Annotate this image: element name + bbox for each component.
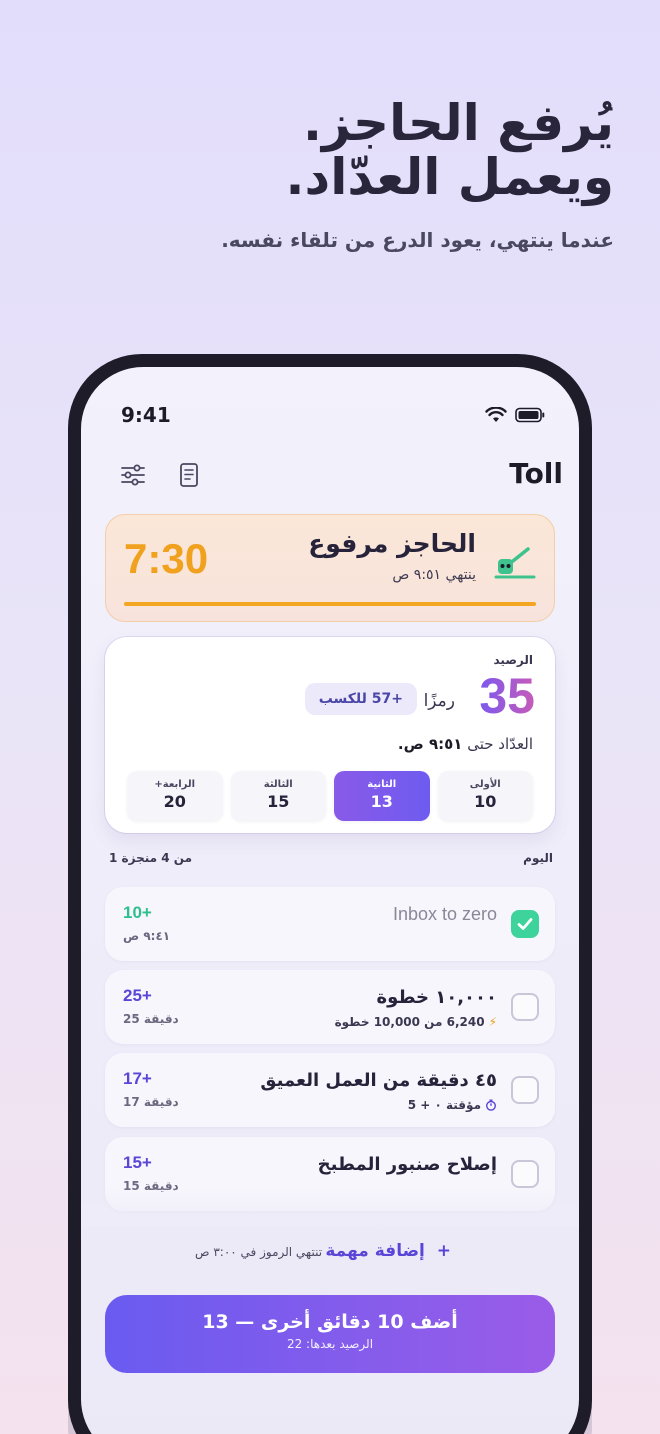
tier-name: الرابعة+ xyxy=(154,779,196,790)
task-name: Inbox to zero xyxy=(392,904,497,924)
task-name: ١٠,٠٠٠ خطوة xyxy=(376,987,497,1008)
counter-until: العدّاد حتى ٩:٥١ ص. xyxy=(398,735,533,753)
task-checkbox[interactable] xyxy=(511,1076,539,1104)
tier-value: 15 xyxy=(267,792,290,811)
app-screen: 9:41 Toll 7:30 الحاجز مرفوع ينتهي ٩:٥١ ص… xyxy=(81,367,579,1434)
marketing-headline: يُرفع الحاجز. ويعمل العدّاد. عندما ينتهي… xyxy=(54,96,614,252)
barrier-timer: 7:30 xyxy=(124,535,209,582)
sliders-icon[interactable] xyxy=(119,461,147,489)
task-points: 17+ xyxy=(123,1069,152,1088)
tier-4[interactable]: الرابعة+ 20 xyxy=(127,771,223,821)
wifi-icon xyxy=(485,407,507,422)
tier-value: 10 xyxy=(474,792,497,811)
balance-card: الرصيد 35 رمزًا +57 للكسب العدّاد حتى ٩:… xyxy=(105,637,555,833)
headline-line-2: ويعمل العدّاد. xyxy=(285,148,614,206)
counter-until-time: ٩:٥١ ص. xyxy=(397,735,463,753)
task-meta: ⚡ 6,240 من 10,000 خطوة xyxy=(335,1015,497,1029)
headline-line-1: يُرفع الحاجز. xyxy=(302,94,614,152)
day-progress: 1 من 4 منجزة xyxy=(109,851,192,865)
bolt-icon: ⚡ xyxy=(488,1015,497,1029)
task-checkbox-checked[interactable] xyxy=(511,910,539,938)
tier-selector: الأولى 10 الثانية 13 الثالثة 15 الرابعة+… xyxy=(127,771,533,821)
barrier-title: الحاجز مرفوع xyxy=(308,529,476,558)
tier-name: الثالثة xyxy=(263,779,293,790)
task-points: 15+ xyxy=(123,1153,152,1172)
balance-after-label: الرصيد بعدها: 22 xyxy=(286,1337,374,1351)
task-checkbox[interactable] xyxy=(511,993,539,1021)
app-title: Toll xyxy=(509,457,563,490)
balance-value: 35 xyxy=(479,668,535,724)
task-item[interactable]: Inbox to zero 10+ ٩:٤١ ص xyxy=(105,887,555,961)
barrier-progress-bar xyxy=(124,602,536,606)
tier-value: 20 xyxy=(163,792,186,811)
task-item[interactable]: ٤٥ دقيقة من العمل العميق مؤقتة ٠ + 5 17+… xyxy=(105,1053,555,1127)
document-icon[interactable] xyxy=(175,461,203,489)
barrier-status-card[interactable]: 7:30 الحاجز مرفوع ينتهي ٩:٥١ ص xyxy=(105,514,555,622)
add-time-button[interactable]: أضف 10 دقائق أخرى — 13 الرصيد بعدها: 22 xyxy=(105,1295,555,1373)
task-meta: مؤقتة ٠ + 5 xyxy=(408,1098,497,1112)
checkmark-icon xyxy=(517,918,533,930)
balance-label: الرصيد xyxy=(493,653,533,667)
task-meta-text: مؤقتة ٠ + 5 xyxy=(407,1098,481,1112)
tier-2[interactable]: الثانية 13 xyxy=(334,771,430,821)
phone-frame: 9:41 Toll 7:30 الحاجز مرفوع ينتهي ٩:٥١ ص… xyxy=(68,354,592,1434)
task-duration: 17 دقيقة xyxy=(123,1095,179,1109)
tier-1[interactable]: الأولى 10 xyxy=(437,771,533,821)
add-task-label: إضافة مهمة xyxy=(325,1241,425,1261)
day-header: اليوم 1 من 4 منجزة xyxy=(107,851,553,871)
earn-badge: +57 للكسب xyxy=(304,683,417,715)
tier-value: 13 xyxy=(370,792,393,811)
battery-icon xyxy=(515,407,545,423)
balance-unit: رمزًا xyxy=(423,691,455,711)
tier-name: الأولى xyxy=(469,779,501,790)
task-name: ٤٥ دقيقة من العمل العميق xyxy=(260,1070,497,1091)
status-icons xyxy=(485,407,545,423)
top-bar: Toll xyxy=(119,455,563,495)
task-checkbox[interactable] xyxy=(511,1160,539,1188)
token-expiry-note: تنتهي الرموز في ٣:٠٠ ص xyxy=(195,1245,323,1259)
timer-icon xyxy=(485,1099,497,1111)
add-time-label: أضف 10 دقائق أخرى — 13 xyxy=(202,1311,458,1333)
add-task-button[interactable]: + إضافة مهمة xyxy=(325,1241,451,1261)
plus-icon: + xyxy=(436,1241,451,1261)
marketing-subtitle: عندما ينتهي، يعود الدرع من تلقاء نفسه. xyxy=(221,228,614,252)
task-meta-text: 6,240 من 10,000 خطوة xyxy=(334,1015,485,1029)
task-name: إصلاح صنبور المطبخ xyxy=(317,1154,497,1175)
task-completed-time: ٩:٤١ ص xyxy=(123,929,171,943)
tier-name: الثانية xyxy=(367,779,397,790)
raised-barrier-icon xyxy=(494,547,536,579)
status-time: 9:41 xyxy=(121,403,171,427)
tier-3[interactable]: الثالثة 15 xyxy=(230,771,326,821)
barrier-ends: ينتهي ٩:٥١ ص xyxy=(392,567,476,583)
list-fade xyxy=(81,1187,579,1227)
task-duration: 25 دقيقة xyxy=(123,1012,179,1026)
day-label: اليوم xyxy=(523,851,553,865)
task-points: 10+ xyxy=(123,903,152,922)
add-task-row: + إضافة مهمة تنتهي الرموز في ٣:٠٠ ص xyxy=(105,1239,555,1269)
task-points: 25+ xyxy=(123,986,152,1005)
task-item[interactable]: ١٠,٠٠٠ خطوة ⚡ 6,240 من 10,000 خطوة 25+ 2… xyxy=(105,970,555,1044)
counter-until-prefix: العدّاد حتى xyxy=(467,735,533,753)
